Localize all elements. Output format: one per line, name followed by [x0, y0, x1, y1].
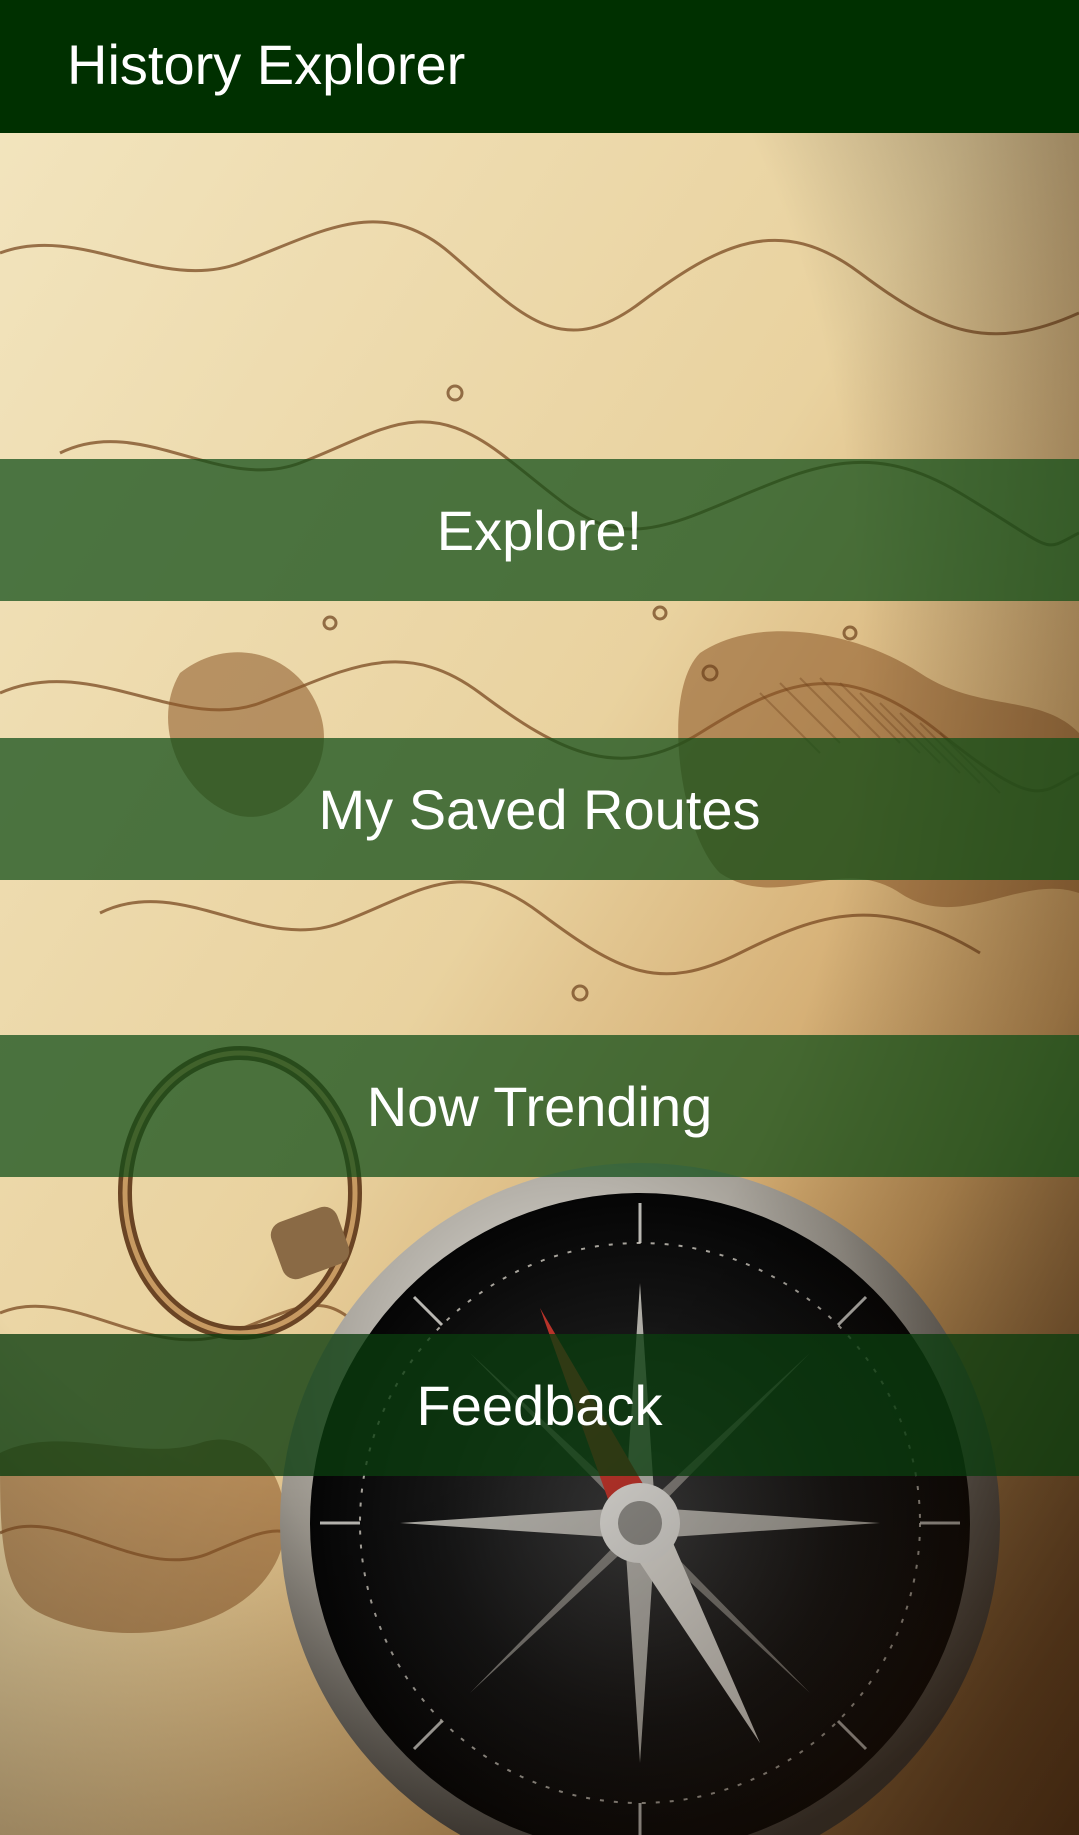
my-saved-routes-button-label: My Saved Routes	[318, 777, 761, 841]
map-and-compass-image	[0, 133, 1079, 1835]
feedback-button-label: Feedback	[416, 1373, 663, 1437]
app-bar: History Explorer	[0, 0, 1079, 133]
feedback-button[interactable]: Feedback	[0, 1334, 1079, 1476]
app-title: History Explorer	[67, 33, 466, 96]
main-screen: History Explorer Explore! My Saved Route…	[0, 0, 1079, 1835]
explore-button-label: Explore!	[436, 498, 643, 562]
now-trending-button-label: Now Trending	[366, 1074, 713, 1138]
explore-button[interactable]: Explore!	[0, 459, 1079, 601]
my-saved-routes-button[interactable]: My Saved Routes	[0, 738, 1079, 880]
now-trending-button[interactable]: Now Trending	[0, 1035, 1079, 1177]
